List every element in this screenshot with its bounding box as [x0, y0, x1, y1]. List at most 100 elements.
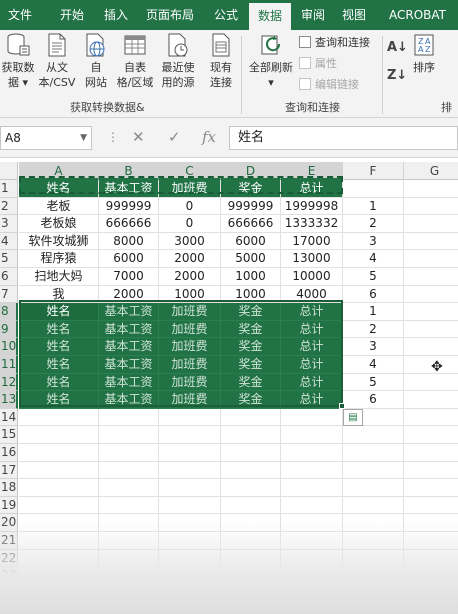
cell-g20[interactable]: [404, 514, 458, 532]
tab-3[interactable]: 页面布局: [137, 0, 203, 30]
cell-e16[interactable]: [281, 444, 343, 462]
get-data-button[interactable]: 获取数 据 ▾: [0, 32, 36, 90]
cell-g23[interactable]: [404, 567, 458, 585]
cell-b4[interactable]: 8000: [99, 232, 159, 251]
cell-b13[interactable]: 基本工资: [99, 391, 159, 409]
existing-connections-button[interactable]: 现有 连接: [204, 32, 238, 90]
cell-d4[interactable]: 6000: [221, 232, 281, 251]
row-header[interactable]: 14: [0, 408, 18, 427]
cell-b17[interactable]: [99, 461, 159, 480]
cell-e2[interactable]: 1999998: [281, 197, 343, 216]
quick-analysis-icon[interactable]: ▤: [343, 409, 363, 426]
cell-b12[interactable]: 基本工资: [99, 373, 159, 392]
column-header-c[interactable]: C: [159, 162, 221, 180]
cell-f23[interactable]: [343, 567, 404, 585]
row-header[interactable]: 16: [0, 444, 18, 462]
cell-a1[interactable]: 姓名: [19, 180, 99, 198]
cell-b2[interactable]: 999999: [99, 197, 159, 216]
chevron-down-icon[interactable]: ▼: [80, 127, 87, 149]
row-header[interactable]: 19: [0, 496, 18, 515]
cell-b22[interactable]: [99, 549, 159, 568]
cell-g14[interactable]: [404, 409, 458, 427]
cell-g1[interactable]: [404, 180, 458, 198]
cell-e6[interactable]: 10000: [281, 268, 343, 286]
cell-e10[interactable]: 总计: [281, 338, 343, 356]
cell-d21[interactable]: [221, 532, 281, 550]
tab-4[interactable]: 公式: [205, 0, 247, 30]
cell-d5[interactable]: 5000: [221, 250, 281, 268]
cell-f4[interactable]: 3: [343, 232, 404, 251]
cell-e3[interactable]: 1333332: [281, 215, 343, 233]
cell-c13[interactable]: 加班费: [159, 391, 221, 409]
row-header[interactable]: 17: [0, 461, 18, 480]
cell-g2[interactable]: [404, 198, 458, 216]
formula-input[interactable]: 姓名: [229, 126, 458, 150]
cell-a9[interactable]: 姓名: [19, 320, 99, 339]
row-header[interactable]: 24: [0, 584, 18, 603]
from-table-range-button[interactable]: 自表 格/区域: [114, 32, 156, 90]
row-header[interactable]: 6: [0, 268, 18, 286]
cell-d25[interactable]: [221, 602, 281, 614]
cell-d9[interactable]: 奖金: [221, 320, 281, 339]
cell-b21[interactable]: [99, 532, 159, 550]
sort-descending-icon[interactable]: Z↓: [387, 68, 407, 84]
cell-c11[interactable]: 加班费: [159, 356, 221, 374]
cell-c18[interactable]: [159, 479, 221, 497]
cell-c16[interactable]: [159, 444, 221, 462]
cell-e8[interactable]: 总计: [281, 303, 343, 321]
cell-g15[interactable]: [404, 426, 458, 444]
cell-c15[interactable]: [159, 426, 221, 444]
cell-g22[interactable]: [404, 550, 458, 568]
cell-a23[interactable]: [19, 567, 99, 585]
cell-g24[interactable]: [404, 585, 458, 603]
enter-icon[interactable]: ✓: [168, 128, 181, 146]
cell-e13[interactable]: 总计: [281, 391, 343, 409]
cell-c22[interactable]: [159, 549, 221, 568]
sort-button[interactable]: Z A A Z 排序: [408, 32, 440, 75]
cell-f11[interactable]: 4: [343, 356, 404, 374]
cell-a4[interactable]: 软件攻城狮: [19, 232, 99, 251]
cell-a17[interactable]: [19, 461, 99, 480]
cell-f6[interactable]: 5: [343, 268, 404, 286]
cell-b24[interactable]: [99, 584, 159, 603]
row-header[interactable]: 9: [0, 320, 18, 339]
cell-d2[interactable]: 999999: [221, 197, 281, 216]
cell-b19[interactable]: [99, 496, 159, 515]
tab-5[interactable]: 数据: [249, 3, 291, 30]
cell-g6[interactable]: [404, 268, 458, 286]
cell-a22[interactable]: [19, 549, 99, 568]
cell-e4[interactable]: 17000: [281, 232, 343, 251]
cell-f17[interactable]: [343, 461, 404, 480]
column-header-a[interactable]: A: [19, 162, 99, 180]
cell-b18[interactable]: [99, 479, 159, 497]
cell-f10[interactable]: 3: [343, 338, 404, 356]
cell-d13[interactable]: 奖金: [221, 391, 281, 409]
cell-a3[interactable]: 老板娘: [19, 215, 99, 233]
cell-c3[interactable]: 0: [159, 215, 221, 233]
cell-d6[interactable]: 1000: [221, 268, 281, 286]
cell-f21[interactable]: [343, 532, 404, 550]
row-header[interactable]: 13: [0, 391, 18, 409]
cell-g19[interactable]: [404, 497, 458, 515]
queries-connections-button[interactable]: 查询和连接: [299, 35, 370, 51]
row-header[interactable]: 1: [0, 180, 18, 198]
tab-1[interactable]: 开始: [49, 0, 95, 30]
row-header[interactable]: 10: [0, 338, 18, 356]
cell-e14[interactable]: [281, 408, 343, 427]
cell-b7[interactable]: 2000: [99, 285, 159, 304]
cell-d14[interactable]: [221, 408, 281, 427]
cell-f24[interactable]: [343, 584, 404, 603]
cell-d16[interactable]: [221, 444, 281, 462]
column-header-g[interactable]: G: [404, 162, 458, 180]
cell-g9[interactable]: [404, 321, 458, 339]
row-header[interactable]: 4: [0, 232, 18, 251]
cell-a7[interactable]: 我: [19, 285, 99, 304]
cell-d17[interactable]: [221, 461, 281, 480]
column-header-d[interactable]: D: [221, 162, 281, 180]
cell-e11[interactable]: 总计: [281, 356, 343, 374]
cell-g7[interactable]: [404, 286, 458, 304]
cell-b15[interactable]: [99, 426, 159, 444]
tab-0[interactable]: 文件: [0, 0, 40, 30]
cell-a20[interactable]: [19, 514, 99, 532]
cell-e20[interactable]: [281, 514, 343, 532]
